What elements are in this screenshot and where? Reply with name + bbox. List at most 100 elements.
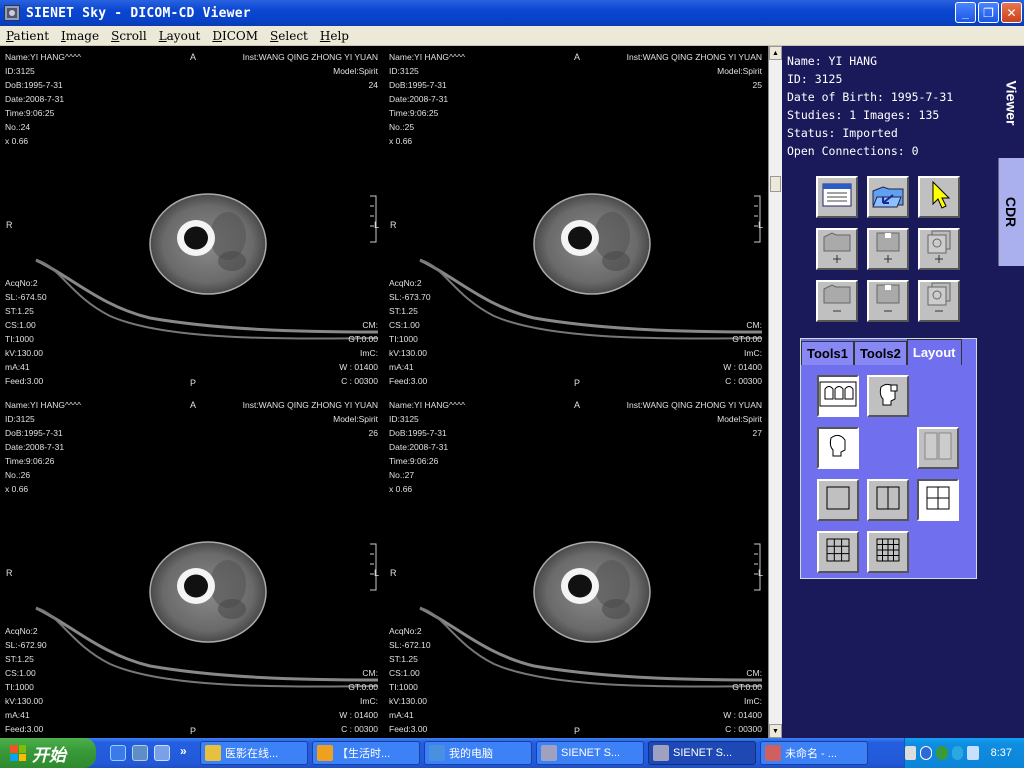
add-image-button[interactable] <box>918 228 960 270</box>
patient-dob: Date of Birth: 1995-7-31 <box>787 90 954 104</box>
overlay-text: C : 00300 <box>725 724 762 734</box>
add-image-icon <box>922 229 956 270</box>
tab-cdr[interactable]: CDR <box>998 158 1024 266</box>
overlay-text: mA:41 <box>5 362 30 372</box>
layout-2x2-button[interactable] <box>917 479 959 521</box>
overlay-text: ImC: <box>744 696 762 706</box>
start-label: 开始 <box>32 745 66 765</box>
menu-layout[interactable]: Layout <box>153 29 207 43</box>
image-pane[interactable]: Name:YI HANG^^^^ ID:3125 DoB:1995-7-31 Date… <box>384 46 768 390</box>
layout-1x2-button[interactable] <box>867 479 909 521</box>
close-button[interactable]: ✕ <box>1001 2 1022 23</box>
overlay-text: GT:0.00 <box>732 334 762 344</box>
maximize-button[interactable]: ❐ <box>978 2 999 23</box>
add-series-button[interactable] <box>867 228 909 270</box>
overlay-text: Model:Spirit <box>717 66 762 76</box>
volume-icon[interactable] <box>951 746 964 760</box>
remove-series-button[interactable] <box>867 280 909 322</box>
clock[interactable]: 8:37 <box>991 747 1012 759</box>
menu-image[interactable]: Image <box>55 29 105 43</box>
tab-tools2[interactable]: Tools2 <box>853 341 907 365</box>
overlay-text: Name:YI HANG^^^^ <box>389 52 465 62</box>
menu-dicom[interactable]: DICOM <box>206 29 264 43</box>
layout-4x4-button[interactable] <box>867 531 909 573</box>
taskbar-item[interactable]: SIENET S... <box>536 741 644 765</box>
menu-help[interactable]: Help <box>314 29 355 43</box>
tab-viewer[interactable]: Viewer <box>998 50 1024 156</box>
overlay-text: DoB:1995-7-31 <box>5 428 63 438</box>
remove-image-button[interactable] <box>918 280 960 322</box>
overlay-text: W : 01400 <box>723 710 762 720</box>
overlay-text: 26 <box>368 428 378 438</box>
overlay-text: Time:9:06:25 <box>5 108 55 118</box>
overlay-text: ImC: <box>360 696 378 706</box>
layout-3x3-button[interactable] <box>817 531 859 573</box>
task-app-icon <box>541 745 557 761</box>
viewer-scrollbar[interactable]: ▲ ▼ <box>768 46 782 738</box>
scroll-up-button[interactable]: ▲ <box>769 46 782 60</box>
layout-compare-button[interactable] <box>917 427 959 469</box>
menu-scroll[interactable]: Scroll <box>105 29 153 43</box>
add-folder-button[interactable] <box>816 228 858 270</box>
overlay-text: ID:3125 <box>5 414 35 424</box>
start-button[interactable]: 开始 <box>0 738 96 768</box>
study-list-icon <box>821 181 853 214</box>
image-pane[interactable]: Name:YI HANG^^^^ ID:3125 DoB:1995-7-31 Date… <box>0 46 384 390</box>
up-arrow-icon: ▲ <box>772 49 779 57</box>
task-app-icon <box>765 745 781 761</box>
image-pane[interactable]: Name:YI HANG^^^^ ID:3125 DoB:1995-7-31 Date… <box>0 394 384 738</box>
ime-icon[interactable] <box>967 746 979 760</box>
orientation-top: A <box>574 52 581 62</box>
overlay-text: CM: <box>362 668 378 678</box>
overlay-text: AcqNo:2 <box>389 626 422 636</box>
overlay-text: kV:130.00 <box>389 348 427 358</box>
tray-expand-icon[interactable] <box>920 746 933 760</box>
scroll-down-button[interactable]: ▼ <box>769 724 782 738</box>
overlay-text: No.:26 <box>5 470 31 480</box>
layout-single-overlay-icon <box>873 379 903 414</box>
overlay-text: CM: <box>746 668 762 678</box>
media-icon[interactable] <box>132 745 148 761</box>
task-app-icon <box>317 745 333 761</box>
quicklaunch-more-icon[interactable]: » <box>180 744 187 758</box>
orientation-left: R <box>6 220 13 230</box>
layout-filmstrip-button[interactable] <box>817 375 859 417</box>
remove-series-icon <box>871 281 905 322</box>
pane-top_left-overlay: Name:YI HANG^^^^ ID:3125 DoB:1995-7-31 Date… <box>389 398 465 496</box>
minimize-button[interactable]: _ <box>955 2 976 23</box>
overlay-text: x 0.66 <box>389 484 413 494</box>
taskbar-item[interactable]: 我的电脑 <box>424 741 532 765</box>
remove-folder-button[interactable] <box>816 280 858 322</box>
layout-single-image-button[interactable] <box>817 427 859 469</box>
menu-select[interactable]: Select <box>264 29 314 43</box>
open-folder-button[interactable] <box>867 176 909 218</box>
title-bar[interactable]: SIENET Sky - DICOM-CD Viewer _ ❐ ✕ <box>0 0 1024 26</box>
keyboard-icon[interactable] <box>905 746 917 760</box>
overlay-text: AcqNo:2 <box>389 278 422 288</box>
app-icon[interactable] <box>4 5 20 21</box>
layout-single-overlay-button[interactable] <box>867 375 909 417</box>
pane-bottom_left-overlay: AcqNo:2 SL:-672.10 ST:1.25 CS:1.00 TI:1000 kV… <box>389 624 431 736</box>
pointer-button[interactable] <box>918 176 960 218</box>
study-list-button[interactable] <box>816 176 858 218</box>
scroll-thumb[interactable] <box>770 176 781 192</box>
image-pane[interactable]: Name:YI HANG^^^^ ID:3125 DoB:1995-7-31 Date… <box>384 394 768 738</box>
menu-patient[interactable]: Patient <box>0 29 55 43</box>
image-viewer[interactable]: Name:YI HANG^^^^ ID:3125 DoB:1995-7-31 Date… <box>0 46 768 738</box>
side-panel: Name: YI HANG ID: 3125 Date of Birth: 19… <box>782 46 1024 738</box>
desktop-icon[interactable] <box>154 745 170 761</box>
taskbar-item[interactable]: 【生活时... <box>312 741 420 765</box>
taskbar-item[interactable]: 未命名 - ... <box>760 741 868 765</box>
layout-1x1-button[interactable] <box>817 479 859 521</box>
overlay-text: Inst:WANG QING ZHONG YI YUAN <box>626 52 762 62</box>
ie-icon[interactable] <box>110 745 126 761</box>
minimize-icon: _ <box>962 5 969 20</box>
overlay-text: Inst:WANG QING ZHONG YI YUAN <box>242 52 378 62</box>
windows-logo-icon <box>10 745 26 761</box>
network-icon[interactable] <box>936 746 948 760</box>
orientation-top: A <box>190 52 197 62</box>
tab-tools1[interactable]: Tools1 <box>801 341 854 365</box>
taskbar-item[interactable]: 医影在线... <box>200 741 308 765</box>
tab-layout[interactable]: Layout <box>906 339 962 365</box>
taskbar-item[interactable]: SIENET S... <box>648 741 756 765</box>
